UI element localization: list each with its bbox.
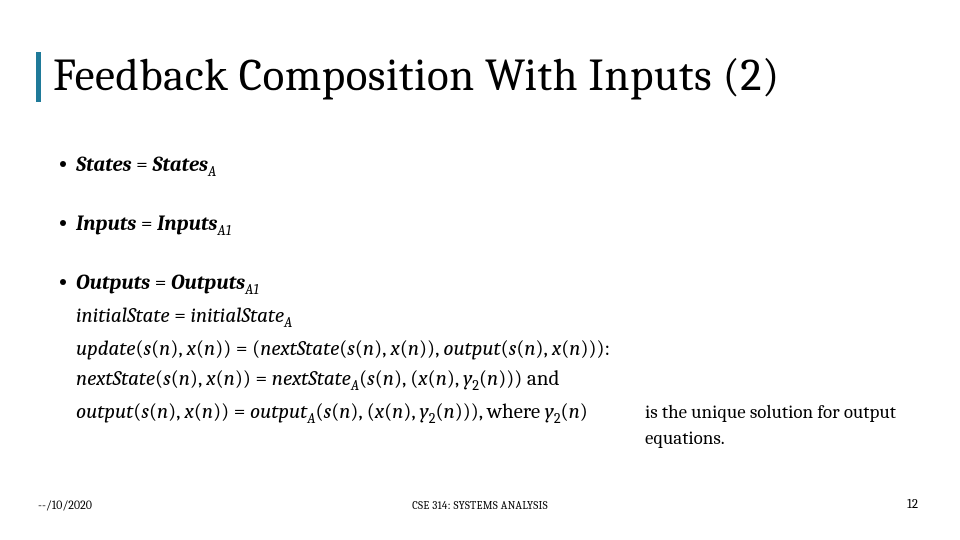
upd-c: output xyxy=(443,337,500,361)
n: n xyxy=(202,400,213,424)
upd-a: update xyxy=(76,337,135,361)
title-container: Feedback Composition With Inputs (2) xyxy=(36,52,780,102)
n: n xyxy=(179,367,190,391)
bullet-states: States = StatesA xyxy=(60,150,920,183)
n: n xyxy=(569,337,580,361)
y-tail: y xyxy=(545,400,554,424)
inputs-rhs: Inputs xyxy=(157,212,217,236)
n: n xyxy=(487,367,498,391)
init-lhs: initialState xyxy=(76,304,170,328)
n: n xyxy=(444,400,455,424)
eq-states: States = StatesA xyxy=(76,150,216,183)
y: y xyxy=(463,367,472,391)
outputs-sub: A1 xyxy=(245,281,259,298)
s: s xyxy=(143,337,151,361)
n: n xyxy=(159,337,170,361)
upd-b3: nextState xyxy=(272,367,351,391)
s: s xyxy=(163,367,171,391)
s: s xyxy=(141,400,149,424)
n: n xyxy=(383,367,394,391)
y: y xyxy=(420,400,429,424)
n: n xyxy=(339,400,350,424)
bullet-dot xyxy=(60,161,66,167)
eq-sign: = xyxy=(132,153,153,177)
x: x xyxy=(184,400,193,424)
footer-course: CSE 314: SYSTEMS ANALYSIS xyxy=(0,499,960,512)
footer-page-number: 12 xyxy=(907,497,918,512)
y2sub: 2 xyxy=(429,410,436,427)
and: and xyxy=(522,367,559,391)
outputs-rhs: Outputs xyxy=(171,271,245,295)
inputs-lhs: Inputs xyxy=(76,212,136,236)
where: where xyxy=(482,400,544,424)
n: n xyxy=(436,367,447,391)
x: x xyxy=(375,400,384,424)
y2sub: 2 xyxy=(472,377,479,394)
init-rhs: initialState xyxy=(190,304,284,328)
eq-inputs: Inputs = InputsA1 xyxy=(76,209,231,242)
inputs-sub: A1 xyxy=(217,222,231,239)
s: s xyxy=(347,337,355,361)
bullet-dot xyxy=(60,279,66,285)
x: x xyxy=(552,337,561,361)
init-sub: A xyxy=(284,314,292,331)
n: n xyxy=(392,400,403,424)
s: s xyxy=(367,367,375,391)
slide: Feedback Composition With Inputs (2) Sta… xyxy=(0,0,960,540)
outputs-lhs: Outputs xyxy=(76,271,150,295)
slide-title: Feedback Composition With Inputs (2) xyxy=(53,52,780,102)
x: x xyxy=(206,367,215,391)
subA: A xyxy=(351,377,359,394)
upd-b: nextState xyxy=(260,337,339,361)
s: s xyxy=(509,337,517,361)
s: s xyxy=(324,400,332,424)
n: n xyxy=(157,400,168,424)
subA: A xyxy=(307,410,315,427)
n: n xyxy=(524,337,535,361)
x: x xyxy=(390,337,399,361)
x: x xyxy=(187,337,196,361)
n: n xyxy=(224,367,235,391)
x: x xyxy=(418,367,427,391)
states-sub: A xyxy=(208,163,216,180)
bullet-dot xyxy=(60,220,66,226)
n: n xyxy=(569,400,580,424)
upd-b2: nextState xyxy=(76,367,155,391)
upd-c3: output xyxy=(250,400,307,424)
states-lhs: States xyxy=(76,153,132,177)
unique-solution-note: is the unique solution for output equati… xyxy=(645,400,900,451)
n: n xyxy=(363,337,374,361)
n: n xyxy=(408,337,419,361)
eq-body: Outputs = OutputsA1 initialState = initi… xyxy=(76,268,610,430)
n: n xyxy=(204,337,215,361)
upd-c2: output xyxy=(76,400,133,424)
bullet-inputs: Inputs = InputsA1 xyxy=(60,209,920,242)
accent-bar xyxy=(36,52,41,102)
states-rhs: States xyxy=(152,153,208,177)
y2sub-tail: 2 xyxy=(554,410,561,427)
